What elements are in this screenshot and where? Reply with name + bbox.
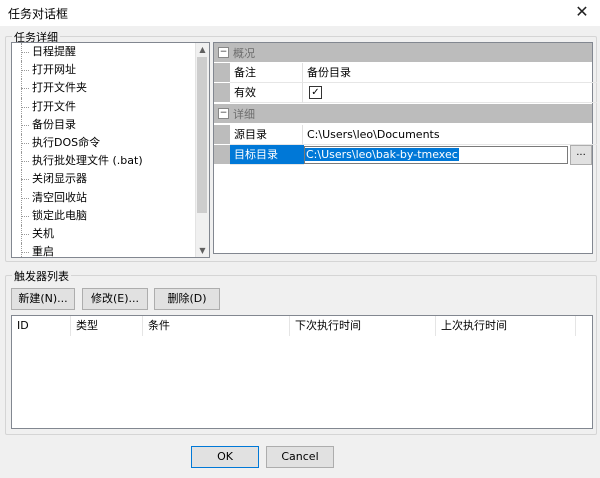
prop-target-name: 目标目录 [230,145,304,165]
new-trigger-button[interactable]: 新建(N)... [11,288,75,310]
row-gutter [214,125,230,144]
prop-row-enabled[interactable]: 有效 ✓ [214,83,597,103]
prop-source-value[interactable]: C:\Users\leo\Documents [302,125,597,145]
prop-enabled-name: 有效 [230,83,304,103]
browse-button[interactable]: ... [570,145,592,165]
delete-trigger-button[interactable]: 删除(D) [154,288,220,310]
scroll-up-icon[interactable]: ▲ [196,43,209,56]
title-bar: 任务对话框 ✕ [0,0,600,26]
col-header-id[interactable]: ID [12,316,71,336]
target-dir-text: C:\Users\leo\bak-by-tmexec [305,148,459,161]
tree-item[interactable]: 重启 [12,243,196,257]
collapse-icon[interactable]: − [218,108,229,119]
tree-item[interactable]: 打开网址 [12,61,196,80]
tree-item[interactable]: 执行批处理文件 (.bat) [12,152,196,171]
property-grid: − 概况 备注 备份目录 有效 ✓ − 详细 源目录 C:\Users\leo\… [213,42,597,254]
scroll-thumb[interactable] [197,57,207,213]
triggers-label: 触发器列表 [12,268,71,284]
tree-scrollbar[interactable]: ▲ ▼ [195,43,209,257]
section-overview[interactable]: − 概况 [214,43,592,62]
window-title: 任务对话框 [8,7,69,21]
prop-source-name: 源目录 [230,125,304,145]
scroll-down-icon[interactable]: ▼ [196,244,209,257]
tree-item[interactable]: 日程提醒 [12,43,196,62]
tree-item[interactable]: 关机 [12,224,196,244]
section-details-label: 详细 [233,108,255,121]
cancel-button[interactable]: Cancel [266,446,334,468]
prop-row-note[interactable]: 备注 备份目录 [214,63,597,83]
col-header-next-run[interactable]: 下次执行时间 [290,316,436,336]
trigger-list[interactable]: ID 类型 条件 下次执行时间 上次执行时间 [11,315,593,429]
tree-item[interactable]: 清空回收站 [12,188,196,207]
target-dir-input[interactable]: C:\Users\leo\bak-by-tmexec [304,146,568,164]
prop-note-name: 备注 [230,63,304,83]
tree-item[interactable]: 打开文件夹 [12,79,196,98]
tree-item[interactable]: 备份目录 [12,115,196,135]
section-details[interactable]: − 详细 [214,104,592,123]
col-header-last-run[interactable]: 上次执行时间 [436,316,576,336]
prop-note-value[interactable]: 备份目录 [302,63,597,83]
close-icon[interactable]: ✕ [572,2,592,22]
tree-item[interactable]: 打开文件 [12,97,196,116]
col-header-condition[interactable]: 条件 [143,316,290,336]
ok-button[interactable]: OK [191,446,259,468]
row-gutter [214,63,230,82]
prop-row-source[interactable]: 源目录 C:\Users\leo\Documents [214,125,597,145]
tree-item[interactable]: 关闭显示器 [12,170,196,189]
enabled-checkbox[interactable]: ✓ [309,86,322,99]
row-gutter [214,83,230,102]
section-overview-label: 概况 [233,47,255,60]
task-type-tree[interactable]: 日程提醒 打开网址 打开文件夹 打开文件 备份目录 执行DOS命令 执行批处理文件 (.ba… [11,42,210,258]
tree-item[interactable]: 执行DOS命令 [12,133,196,153]
row-gutter [214,145,230,164]
collapse-icon[interactable]: − [218,47,229,58]
prop-row-target[interactable]: 目标目录 C:\Users\leo\bak-by-tmexec ... [214,145,592,165]
edit-trigger-button[interactable]: 修改(E)... [82,288,148,310]
col-header-type[interactable]: 类型 [71,316,143,336]
prop-enabled-value: ✓ [302,83,597,103]
tree-item[interactable]: 锁定此电脑 [12,206,196,226]
tree-items: 日程提醒 打开网址 打开文件夹 打开文件 备份目录 执行DOS命令 执行批处理文件 (.ba… [12,43,196,257]
